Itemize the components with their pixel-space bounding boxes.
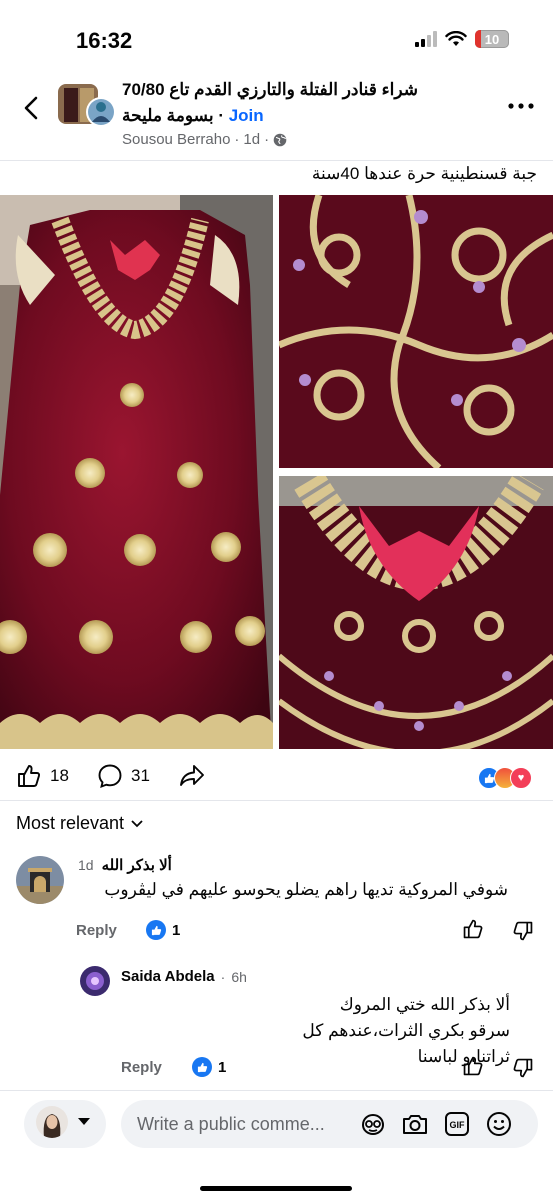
- divider: [0, 160, 553, 161]
- like-count: 18: [50, 766, 69, 785]
- comment-like-icon[interactable]: [462, 918, 484, 940]
- reply-dislike-icon[interactable]: [512, 1057, 534, 1079]
- sort-label: Most relevant: [16, 813, 125, 833]
- globe-icon: [273, 133, 287, 146]
- reply-like-number: 1: [218, 1058, 227, 1076]
- status-time: 16:32: [76, 28, 133, 53]
- reply-time[interactable]: 6h: [231, 969, 247, 985]
- divider: [0, 800, 553, 801]
- comment-input[interactable]: Write a public comme... GIF: [121, 1100, 538, 1148]
- comment-avatar[interactable]: [16, 856, 64, 904]
- post-photo-dress-full[interactable]: [0, 195, 273, 749]
- wifi-icon: [445, 31, 467, 46]
- comment-bubble-icon: [98, 764, 122, 789]
- reaction-summary[interactable]: ♥: [478, 767, 532, 789]
- love-reaction-icon: ♥: [510, 767, 532, 789]
- comment-action[interactable]: 31: [97, 763, 150, 789]
- home-indicator[interactable]: [200, 1186, 352, 1191]
- battery-level: 10: [484, 31, 500, 47]
- separator-dot: ·: [264, 131, 270, 148]
- back-arrow-icon[interactable]: [18, 94, 46, 122]
- caret-down-icon[interactable]: [78, 1118, 90, 1125]
- comment-placeholder: Write a public comme...: [137, 1113, 325, 1134]
- comment-dislike-icon[interactable]: [512, 920, 534, 942]
- svg-text:GIF: GIF: [450, 1120, 466, 1130]
- post-meta: Sousou Berraho · 1d ·: [122, 131, 287, 148]
- reply-button[interactable]: Reply: [76, 922, 117, 939]
- emoji-icon[interactable]: [485, 1110, 513, 1138]
- comment-like-count: 1: [146, 920, 180, 940]
- separator-dot: ·: [220, 968, 226, 985]
- group-name-continued[interactable]: بسومة مليحة: [122, 106, 214, 125]
- gif-icon[interactable]: GIF: [443, 1110, 471, 1138]
- like-reaction-icon: [146, 920, 166, 940]
- comment-author[interactable]: ألا بذكر الله: [102, 856, 172, 874]
- join-button[interactable]: Join: [229, 106, 264, 125]
- battery-icon: 10: [475, 30, 509, 48]
- reply-button[interactable]: Reply: [121, 1059, 162, 1076]
- share-action[interactable]: [178, 763, 206, 789]
- reply-author[interactable]: Saida Abdela: [121, 968, 215, 985]
- share-arrow-icon: [180, 765, 204, 786]
- post-text: جبة قسنطينية حرة عندها 40سنة: [311, 164, 537, 183]
- avatar-sticker-icon[interactable]: [359, 1110, 387, 1138]
- reply-avatar[interactable]: [80, 966, 110, 996]
- thumbs-up-icon: [18, 765, 41, 787]
- comment-time[interactable]: 1d: [78, 857, 94, 873]
- sort-comments-dropdown[interactable]: Most relevant: [16, 813, 144, 834]
- reply-header: Saida Abdela · 6h: [121, 968, 247, 985]
- group-name-line2: بسومة مليحة · Join: [122, 106, 264, 126]
- author-name[interactable]: Sousou Berraho: [122, 131, 230, 148]
- group-name[interactable]: شراء قنادر الفتلة والتارزي القدم تاع 70/…: [122, 80, 452, 100]
- status-icons: 10: [415, 30, 509, 48]
- cellular-signal-icon: [415, 31, 437, 47]
- post-photo-neckline[interactable]: [279, 476, 553, 749]
- reply-like-icon[interactable]: [462, 1055, 484, 1077]
- separator-dot: ·: [234, 131, 240, 148]
- group-avatar[interactable]: [58, 82, 116, 128]
- post-photo-embroidery-closeup[interactable]: [279, 195, 553, 468]
- more-options-icon[interactable]: [506, 96, 536, 116]
- like-reaction-icon: [192, 1057, 212, 1077]
- user-avatar[interactable]: [36, 1106, 68, 1138]
- divider: [0, 1090, 553, 1091]
- comment-like-number: 1: [172, 921, 181, 939]
- reply-like-count: 1: [192, 1057, 226, 1077]
- comment-count: 31: [131, 766, 150, 785]
- separator-dot: ·: [218, 106, 224, 125]
- like-action[interactable]: 18: [16, 763, 69, 789]
- post-time[interactable]: 1d: [243, 131, 260, 148]
- comment-text: شوفي المروكية تديها راهم يضلو يحوسو عليه…: [104, 880, 508, 899]
- comment-header: 1d ألا بذكر الله: [78, 856, 172, 874]
- camera-icon[interactable]: [401, 1110, 429, 1138]
- chevron-down-icon: [131, 819, 143, 827]
